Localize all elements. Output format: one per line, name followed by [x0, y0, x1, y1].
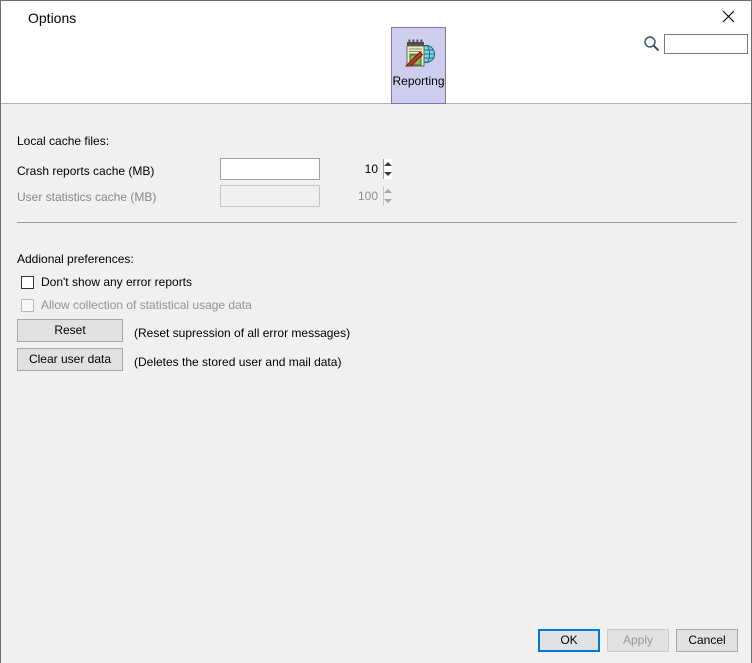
additional-preferences-heading: Addional preferences: [17, 252, 134, 266]
clear-user-data-button[interactable]: Clear user data [17, 348, 123, 371]
search-icon [643, 35, 660, 52]
tab-reporting-label: Reporting [392, 74, 445, 88]
crash-reports-cache-spin-buttons [383, 159, 392, 179]
reset-button-hint: (Reset supression of all error messages) [134, 326, 351, 340]
chevron-down-icon [384, 199, 392, 203]
user-statistics-cache-input [221, 186, 383, 206]
user-statistics-cache-spin-buttons [383, 186, 392, 206]
tab-strip: Reporting [1, 23, 751, 104]
clear-user-data-button-hint: (Deletes the stored user and mail data) [134, 355, 342, 369]
chevron-down-icon [384, 172, 392, 176]
crash-reports-cache-spin-down[interactable] [384, 169, 392, 179]
section-divider [17, 222, 737, 223]
checkbox-allow-statistical-usage-data: Allow collection of statistical usage da… [21, 298, 252, 313]
options-body-panel: Local cache files: Crash reports cache (… [1, 104, 751, 663]
crash-reports-cache-spin-up[interactable] [384, 159, 392, 169]
checkbox-box [21, 299, 34, 312]
search-input[interactable] [664, 34, 748, 54]
user-statistics-cache-spin-up [384, 186, 392, 196]
search-area [641, 33, 751, 57]
local-cache-heading: Local cache files: [17, 134, 110, 148]
crash-reports-cache-label: Crash reports cache (MB) [17, 164, 155, 178]
user-statistics-cache-label: User statistics cache (MB) [17, 190, 157, 204]
cancel-button[interactable]: Cancel [676, 629, 738, 652]
checkbox-box [21, 276, 34, 289]
checkbox-dont-show-error-reports-label: Don't show any error reports [41, 275, 193, 289]
tab-reporting[interactable]: Reporting [391, 27, 446, 104]
checkbox-dont-show-error-reports[interactable]: Don't show any error reports [21, 275, 192, 290]
chevron-up-icon [384, 162, 392, 166]
reset-button[interactable]: Reset [17, 319, 123, 342]
crash-reports-cache-stepper[interactable] [220, 158, 392, 180]
close-icon [722, 10, 735, 23]
chevron-up-icon [384, 189, 392, 193]
crash-reports-cache-input[interactable] [221, 159, 383, 179]
title-bar: Options Reporting [1, 1, 751, 104]
user-statistics-cache-spin-down [384, 196, 392, 206]
reporting-notepad-globe-icon [401, 35, 437, 71]
options-dialog: Options Reporting Local cache files: Cra… [0, 0, 752, 663]
ok-button[interactable]: OK [538, 629, 600, 652]
apply-button: Apply [607, 629, 669, 652]
checkbox-allow-statistical-usage-data-label: Allow collection of statistical usage da… [41, 298, 252, 312]
user-statistics-cache-stepper [220, 185, 392, 207]
